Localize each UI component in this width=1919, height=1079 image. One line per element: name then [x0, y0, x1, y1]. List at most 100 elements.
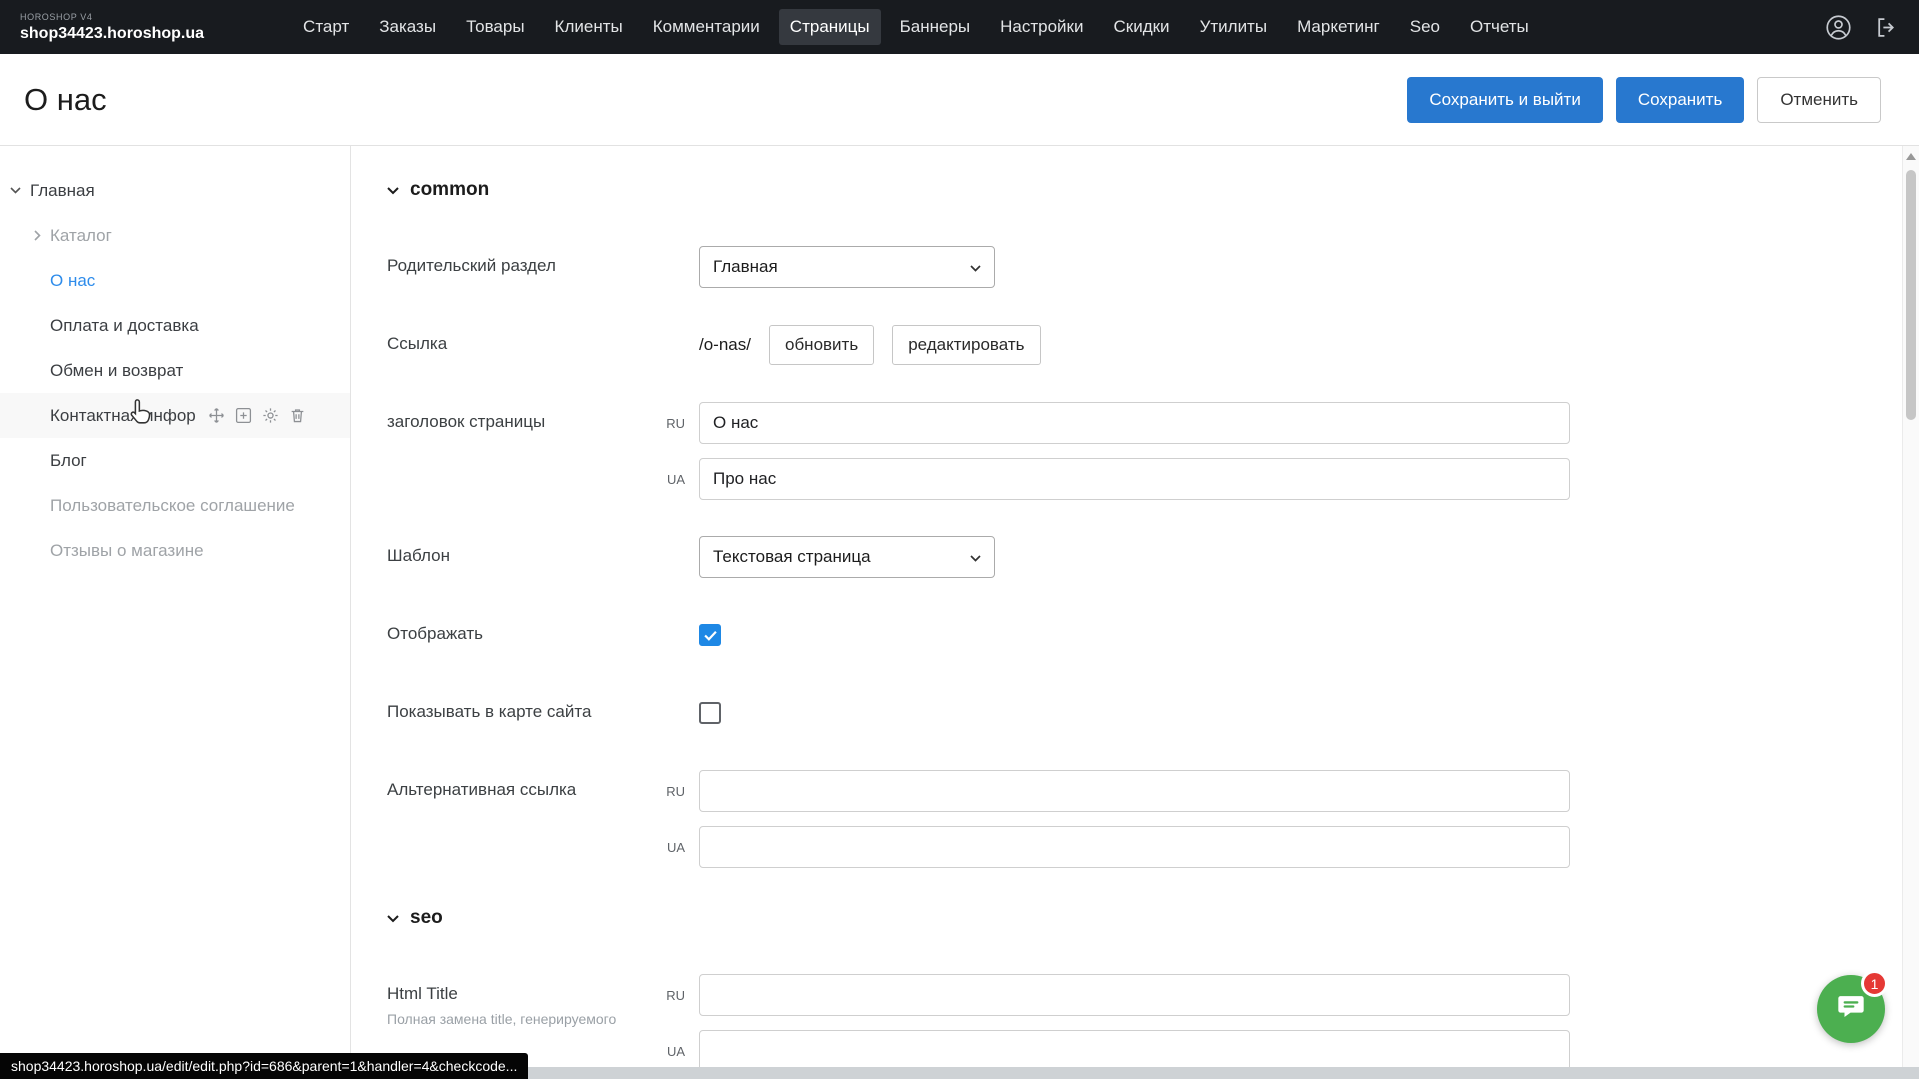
- header-buttons: Сохранить и выйти Сохранить Отменить: [1407, 77, 1881, 123]
- main-menu: Старт Заказы Товары Клиенты Комментарии …: [292, 9, 1811, 45]
- section-title: common: [410, 179, 489, 201]
- menu-item-reports[interactable]: Отчеты: [1459, 9, 1540, 45]
- lang-label-ru: RU: [649, 988, 699, 1003]
- page-edit-form: common Родительский раздел Главная Ссы: [351, 146, 1919, 1079]
- add-icon[interactable]: [235, 407, 252, 424]
- tree-item-label: Каталог: [50, 226, 112, 246]
- account-icon[interactable]: [1825, 14, 1852, 41]
- pages-tree-sidebar: Главная Каталог О нас Оплата и доставка …: [0, 146, 351, 1079]
- move-icon[interactable]: [208, 407, 225, 424]
- cancel-button[interactable]: Отменить: [1757, 77, 1881, 123]
- topbar-icons: [1825, 14, 1899, 41]
- sitemap-checkbox[interactable]: [699, 702, 721, 724]
- chat-unread-badge: 1: [1861, 970, 1888, 997]
- field-html-title: Html Title Полная замена title, генериру…: [387, 974, 1919, 1072]
- link-status-bar: shop34423.horoshop.ua/edit/edit.php?id=6…: [0, 1053, 528, 1079]
- sidebar-item-contact-info[interactable]: Контактная инфор: [0, 393, 350, 438]
- tree-item-actions: [208, 407, 306, 424]
- field-label: Отображать: [387, 614, 649, 656]
- menu-item-clients[interactable]: Клиенты: [544, 9, 634, 45]
- tree-item-label: Блог: [50, 451, 87, 471]
- menu-item-orders[interactable]: Заказы: [368, 9, 447, 45]
- brand-version: HOROSHOP V4: [20, 13, 204, 22]
- field-alt-link: Альтернативная ссылка RU UA: [387, 770, 1919, 868]
- section-common[interactable]: common: [387, 176, 1919, 204]
- trash-icon[interactable]: [289, 407, 306, 424]
- chevron-down-icon: [10, 187, 21, 194]
- menu-item-start[interactable]: Старт: [292, 9, 360, 45]
- gear-icon[interactable]: [262, 407, 279, 424]
- save-and-exit-button[interactable]: Сохранить и выйти: [1407, 77, 1602, 123]
- tree-item-label: Пользовательское соглашение: [50, 496, 295, 516]
- tree-item-label: О нас: [50, 271, 95, 291]
- chat-bubble-icon: [1835, 991, 1867, 1028]
- sidebar-item-blog[interactable]: Блог: [0, 438, 350, 483]
- section-title: seo: [410, 907, 443, 929]
- html-title-ua-input[interactable]: [699, 1030, 1570, 1072]
- tree-item-label: Главная: [30, 181, 95, 201]
- tree-item-label: Обмен и возврат: [50, 361, 183, 381]
- link-path-value: /o-nas/: [699, 335, 751, 355]
- edit-link-button[interactable]: редактировать: [892, 325, 1040, 365]
- field-hint: Полная замена title, генерируемого: [387, 1011, 649, 1029]
- menu-item-utilities[interactable]: Утилиты: [1189, 9, 1279, 45]
- alt-link-ua-input[interactable]: [699, 826, 1570, 868]
- lang-label-ua: UA: [649, 472, 699, 487]
- menu-item-products[interactable]: Товары: [455, 9, 535, 45]
- menu-item-discounts[interactable]: Скидки: [1102, 9, 1180, 45]
- page-title: О нас: [24, 82, 107, 118]
- lang-label-ua: UA: [649, 1044, 699, 1059]
- menu-item-pages[interactable]: Страницы: [779, 9, 881, 45]
- field-label: Родительский раздел: [387, 246, 649, 288]
- menu-item-seo[interactable]: Seo: [1399, 9, 1451, 45]
- template-select[interactable]: Текстовая страница: [699, 536, 995, 578]
- menu-item-settings[interactable]: Настройки: [989, 9, 1094, 45]
- field-parent-section: Родительский раздел Главная: [387, 246, 1919, 288]
- chat-launcher-button[interactable]: 1: [1817, 975, 1885, 1043]
- display-checkbox[interactable]: [699, 624, 721, 646]
- field-label: Html Title: [387, 984, 649, 1004]
- field-display: Отображать: [387, 614, 1919, 656]
- field-label: заголовок страницы: [387, 402, 649, 500]
- sidebar-item-about[interactable]: О нас: [0, 258, 350, 303]
- menu-item-comments[interactable]: Комментарии: [642, 9, 771, 45]
- field-label: Шаблон: [387, 536, 649, 578]
- alt-link-ru-input[interactable]: [699, 770, 1570, 812]
- scrollbar-thumb[interactable]: [1906, 170, 1916, 420]
- sidebar-item-home[interactable]: Главная: [0, 168, 350, 213]
- select-value: Главная: [713, 257, 778, 277]
- brand[interactable]: HOROSHOP V4 shop34423.horoshop.ua: [20, 13, 204, 42]
- field-link: Ссылка /o-nas/ обновить редактировать: [387, 324, 1919, 366]
- field-page-title: заголовок страницы RU UA: [387, 402, 1919, 500]
- lang-label-ua: UA: [649, 840, 699, 855]
- chevron-down-icon: [970, 257, 981, 277]
- tree-item-label: Отзывы о магазине: [50, 541, 204, 561]
- parent-section-select[interactable]: Главная: [699, 246, 995, 288]
- page-title-ru-input[interactable]: [699, 402, 1570, 444]
- refresh-link-button[interactable]: обновить: [769, 325, 874, 365]
- logout-icon[interactable]: [1874, 15, 1899, 40]
- sidebar-item-payment-delivery[interactable]: Оплата и доставка: [0, 303, 350, 348]
- menu-item-marketing[interactable]: Маркетинг: [1286, 9, 1391, 45]
- sidebar-item-user-agreement[interactable]: Пользовательское соглашение: [0, 483, 350, 528]
- sidebar-item-store-reviews[interactable]: Отзывы о магазине: [0, 528, 350, 573]
- chevron-down-icon: [387, 907, 399, 929]
- section-seo[interactable]: seo: [387, 904, 1919, 932]
- save-button[interactable]: Сохранить: [1616, 77, 1744, 123]
- page-header: О нас Сохранить и выйти Сохранить Отмени…: [0, 54, 1919, 146]
- sidebar-item-exchange-return[interactable]: Обмен и возврат: [0, 348, 350, 393]
- lang-label-ru: RU: [649, 784, 699, 799]
- tree-item-label: Оплата и доставка: [50, 316, 199, 336]
- chevron-down-icon: [387, 179, 399, 201]
- sidebar-item-catalog[interactable]: Каталог: [0, 213, 350, 258]
- field-label: Ссылка: [387, 324, 649, 366]
- menu-item-banners[interactable]: Баннеры: [889, 9, 982, 45]
- scroll-up-arrow-icon[interactable]: [1906, 153, 1916, 160]
- field-sitemap: Показывать в карте сайта: [387, 692, 1919, 734]
- vertical-scrollbar[interactable]: [1902, 146, 1919, 1079]
- field-label: Альтернативная ссылка: [387, 770, 649, 868]
- html-title-ru-input[interactable]: [699, 974, 1570, 1016]
- chevron-right-icon: [34, 230, 41, 241]
- page-title-ua-input[interactable]: [699, 458, 1570, 500]
- select-value: Текстовая страница: [713, 547, 871, 567]
